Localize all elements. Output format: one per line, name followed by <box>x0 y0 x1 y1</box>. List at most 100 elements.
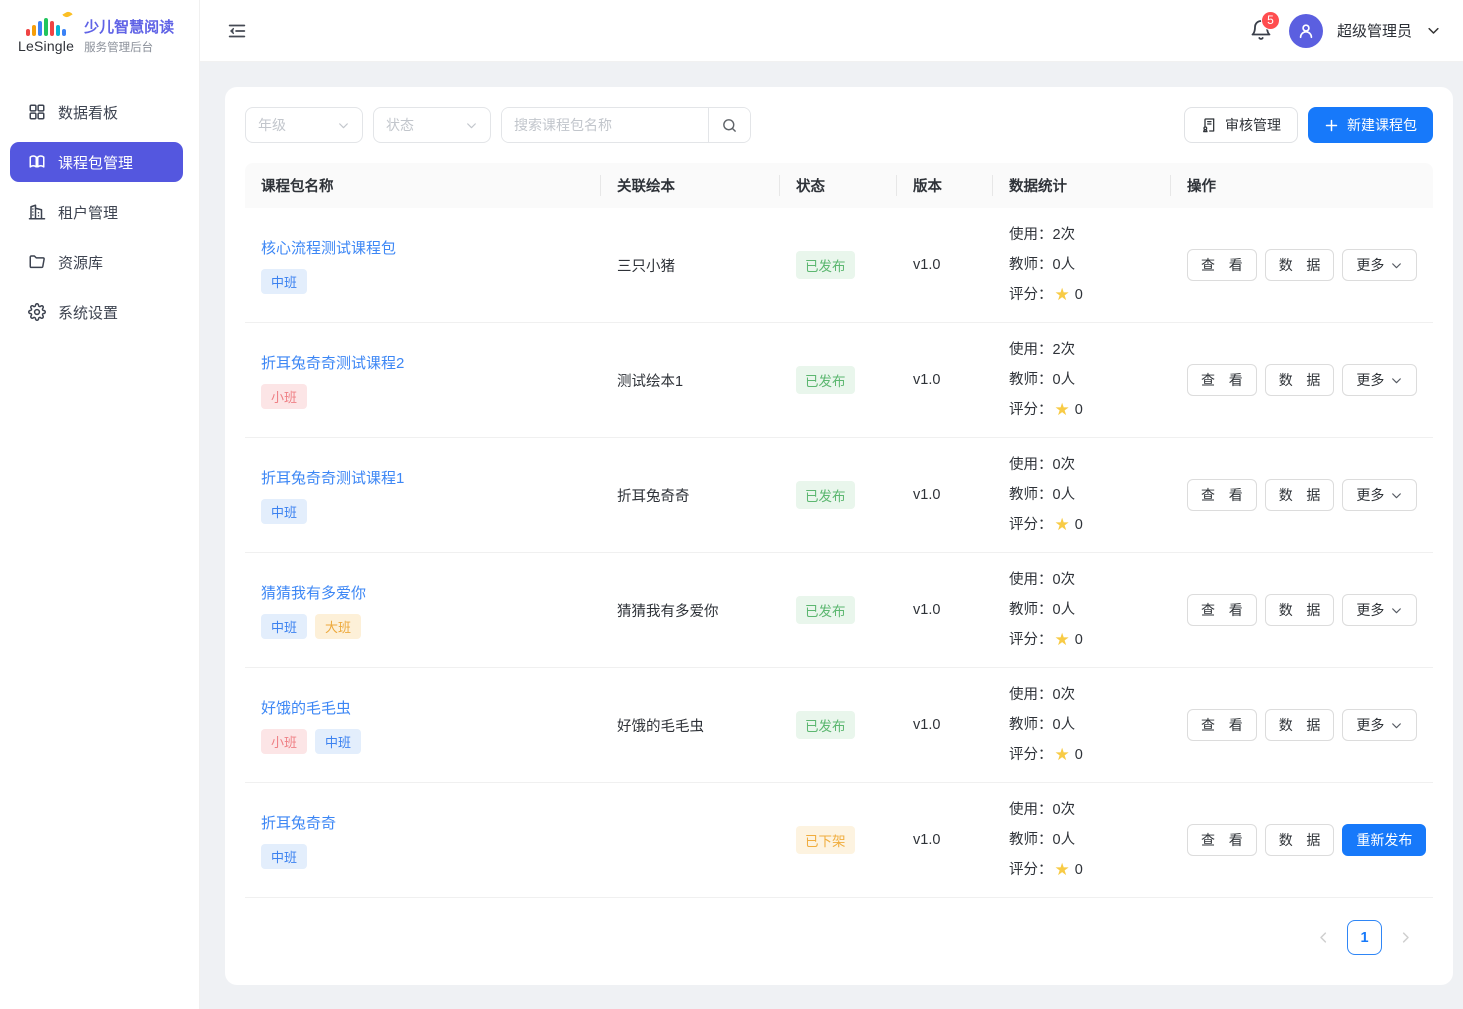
grade-tags: 小班中班 <box>261 729 361 754</box>
star-icon: ★ <box>1055 740 1070 770</box>
filter-bar: 年级 状态 <box>245 107 1433 143</box>
version-cell: v1.0 <box>897 208 993 322</box>
sidebar-item-resources[interactable]: 资源库 <box>10 242 183 282</box>
data-button[interactable]: 数 据 <box>1265 709 1335 741</box>
usage-label: 使用： <box>1009 565 1053 595</box>
view-button[interactable]: 查 看 <box>1187 479 1257 511</box>
usage-label: 使用： <box>1009 680 1053 710</box>
brand-logo: LeSingle 少儿智慧阅读 服务管理后台 <box>0 0 199 70</box>
folder-icon <box>28 253 46 271</box>
usage-label: 使用： <box>1009 335 1053 365</box>
more-button[interactable]: 更多 <box>1342 594 1417 626</box>
column-header-book: 关联绘本 <box>601 163 780 208</box>
view-button[interactable]: 查 看 <box>1187 594 1257 626</box>
sidebar-item-label: 课程包管理 <box>58 152 133 173</box>
view-button[interactable]: 查 看 <box>1187 824 1257 856</box>
view-button[interactable]: 查 看 <box>1187 249 1257 281</box>
more-button[interactable]: 更多 <box>1342 479 1417 511</box>
audit-manage-label: 审核管理 <box>1225 115 1281 135</box>
create-package-label: 新建课程包 <box>1347 115 1417 135</box>
package-name-link[interactable]: 好饿的毛毛虫 <box>261 697 351 718</box>
actions-cell: 查 看数 据更多 <box>1171 208 1433 322</box>
data-button[interactable]: 数 据 <box>1265 824 1335 856</box>
sidebar-item-tenants[interactable]: 租户管理 <box>10 192 183 232</box>
more-button[interactable]: 更多 <box>1342 709 1417 741</box>
star-icon: ★ <box>1055 280 1070 310</box>
search-input[interactable] <box>502 108 708 142</box>
more-button[interactable]: 更多 <box>1342 364 1417 396</box>
sidebar-item-label: 数据看板 <box>58 102 118 123</box>
teachers-label: 教师： <box>1009 480 1053 510</box>
teachers-value: 0人 <box>1053 710 1076 740</box>
chevron-down-icon[interactable] <box>1426 23 1441 38</box>
usage-label: 使用： <box>1009 450 1053 480</box>
package-name-link[interactable]: 猜猜我有多爱你 <box>261 582 366 603</box>
more-button[interactable]: 更多 <box>1342 249 1417 281</box>
grade-tag: 大班 <box>315 614 361 639</box>
actions-cell: 查 看数 据更多 <box>1171 438 1433 552</box>
teachers-label: 教师： <box>1009 365 1053 395</box>
sidebar-item-settings[interactable]: 系统设置 <box>10 292 183 332</box>
version-cell: v1.0 <box>897 553 993 667</box>
sidebar-item-dashboard[interactable]: 数据看板 <box>10 92 183 132</box>
brand-subtitle: 服务管理后台 <box>84 39 174 55</box>
notification-bell[interactable]: 5 <box>1249 18 1275 44</box>
table-row: 折耳兔奇奇 中班 已下架 v1.0 使用：0次 教师：0人 评分：★0 查 看数… <box>245 783 1433 898</box>
usage-value: 0次 <box>1053 450 1076 480</box>
data-button[interactable]: 数 据 <box>1265 479 1335 511</box>
menu-fold-icon[interactable] <box>224 18 250 44</box>
data-button[interactable]: 数 据 <box>1265 364 1335 396</box>
grade-tags: 中班大班 <box>261 614 361 639</box>
view-button[interactable]: 查 看 <box>1187 709 1257 741</box>
chevron-down-icon <box>1390 259 1403 272</box>
table-row: 核心流程测试课程包 中班 三只小猪 已发布 v1.0 使用：2次 教师：0人 评… <box>245 208 1433 323</box>
rating-label: 评分： <box>1009 855 1053 885</box>
package-name-link[interactable]: 折耳兔奇奇测试课程1 <box>261 467 404 488</box>
usage-value: 0次 <box>1053 565 1076 595</box>
view-button[interactable]: 查 看 <box>1187 364 1257 396</box>
avatar[interactable] <box>1289 14 1323 48</box>
grade-tags: 中班 <box>261 269 307 294</box>
package-name-link[interactable]: 折耳兔奇奇 <box>261 812 336 833</box>
grade-tag: 小班 <box>261 729 307 754</box>
grade-tag: 中班 <box>261 614 307 639</box>
notification-badge: 5 <box>1261 11 1280 30</box>
rating-label: 评分： <box>1009 510 1053 540</box>
page-number-current[interactable]: 1 <box>1347 920 1382 955</box>
next-page-icon[interactable] <box>1398 930 1413 945</box>
table-row: 猜猜我有多爱你 中班大班 猜猜我有多爱你 已发布 v1.0 使用：0次 教师：0… <box>245 553 1433 668</box>
package-name-link[interactable]: 核心流程测试课程包 <box>261 237 396 258</box>
logo-bars-icon <box>26 16 66 36</box>
related-book-cell: 好饿的毛毛虫 <box>601 668 780 782</box>
search-icon[interactable] <box>708 108 750 142</box>
data-button[interactable]: 数 据 <box>1265 594 1335 626</box>
prev-page-icon[interactable] <box>1316 930 1331 945</box>
star-icon: ★ <box>1055 855 1070 885</box>
user-name[interactable]: 超级管理员 <box>1337 20 1412 41</box>
sidebar-item-course-packages[interactable]: 课程包管理 <box>10 142 183 182</box>
status-select-placeholder: 状态 <box>386 115 414 135</box>
stats-cell: 使用：2次 教师：0人 评分：★0 <box>993 323 1171 437</box>
usage-label: 使用： <box>1009 220 1053 250</box>
package-name-link[interactable]: 折耳兔奇奇测试课程2 <box>261 352 404 373</box>
teachers-value: 0人 <box>1053 595 1076 625</box>
usage-value: 0次 <box>1053 680 1076 710</box>
version-cell: v1.0 <box>897 668 993 782</box>
related-book-cell: 测试绘本1 <box>601 323 780 437</box>
status-badge: 已下架 <box>796 826 855 854</box>
status-select[interactable]: 状态 <box>373 107 491 143</box>
audit-manage-button[interactable]: 审核管理 <box>1184 107 1298 143</box>
chevron-down-icon <box>337 119 350 132</box>
table-body: 核心流程测试课程包 中班 三只小猪 已发布 v1.0 使用：2次 教师：0人 评… <box>245 208 1433 898</box>
column-header-stats: 数据统计 <box>993 163 1171 208</box>
rating-value: 0 <box>1075 625 1083 655</box>
pagination: 1 <box>245 920 1433 955</box>
grade-tag: 中班 <box>261 269 307 294</box>
create-package-button[interactable]: 新建课程包 <box>1308 107 1433 143</box>
data-button[interactable]: 数 据 <box>1265 249 1335 281</box>
rating-label: 评分： <box>1009 740 1053 770</box>
republish-button[interactable]: 重新发布 <box>1342 824 1426 856</box>
sidebar-nav: 数据看板 课程包管理 租户管理 资源库 系统设置 <box>0 70 199 332</box>
grade-select[interactable]: 年级 <box>245 107 363 143</box>
column-header-actions: 操作 <box>1171 163 1433 208</box>
